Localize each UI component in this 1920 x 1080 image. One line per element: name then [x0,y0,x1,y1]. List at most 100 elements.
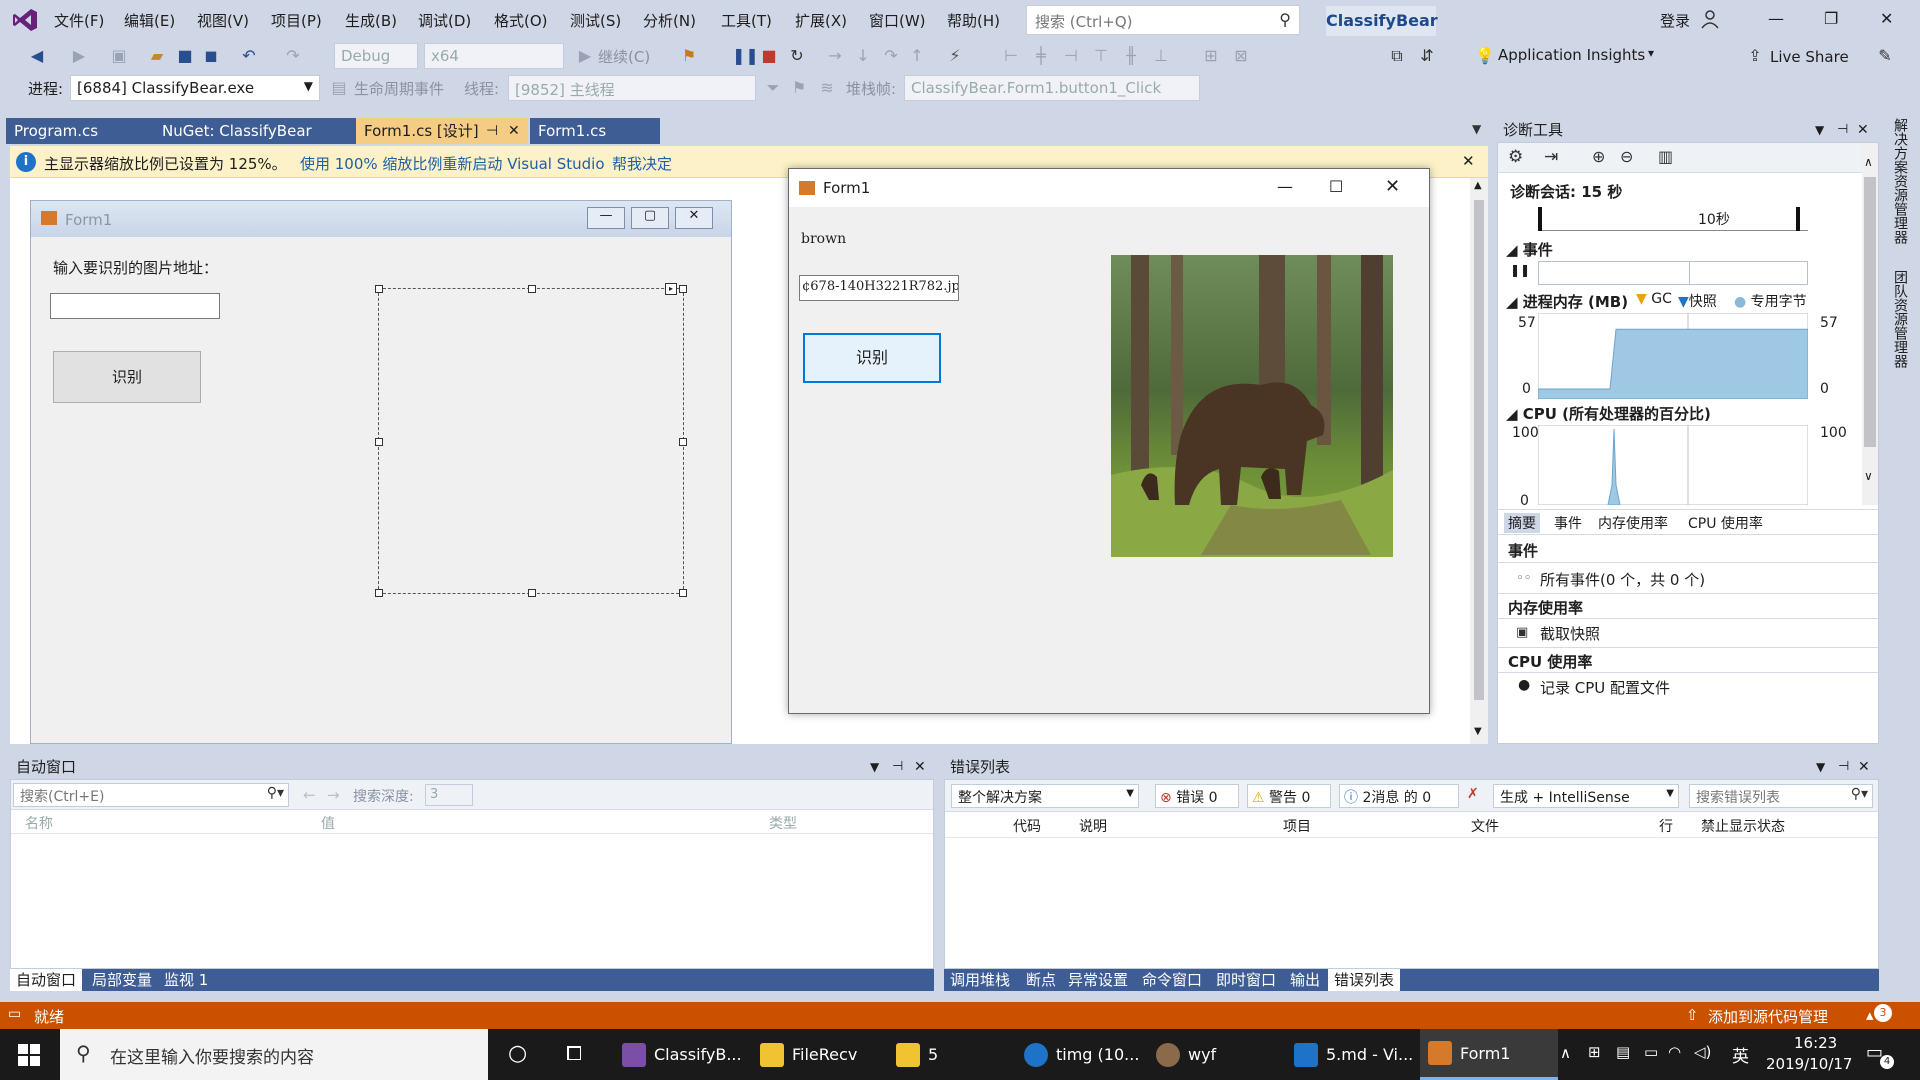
bring-to-front-icon[interactable]: ⧉ [1386,45,1408,67]
tab-autos[interactable]: 自动窗口 [10,969,83,991]
column-project[interactable]: 项目 [1283,816,1311,836]
tray-app-icon[interactable]: ⊞ [1588,1043,1601,1061]
build-source-dropdown[interactable]: 生成 + IntelliSense ▼ [1493,784,1679,808]
align-tops-icon[interactable]: ⊤ [1090,45,1112,67]
app-insights-chevron-icon[interactable]: ▾ [1648,46,1654,60]
column-file[interactable]: 文件 [1471,816,1499,836]
undo-icon[interactable]: ↶ [238,45,260,67]
menu-item-5[interactable]: 调试(D) [418,10,471,31]
autos-search-input[interactable]: 搜索(Ctrl+E) ⚲▾ [13,783,289,807]
tab-nuget-classifybear[interactable]: NuGet: ClassifyBear [154,118,360,144]
show-next-statement-icon[interactable]: → [824,45,846,67]
column-value[interactable]: 值 [321,813,335,833]
tab-form1-designer[interactable]: Form1.cs [设计] ⊣ ✕ [356,118,528,144]
align-lefts-icon[interactable]: ⊢ [1000,45,1022,67]
clock-time[interactable]: 16:23 [1794,1034,1837,1052]
collapse-icon[interactable]: ◢ [1506,293,1518,311]
smart-tag-icon[interactable]: ▸ [665,283,677,295]
events-track[interactable] [1538,261,1808,285]
browser-link-icon[interactable]: ⚑ [678,45,700,67]
tab-overflow-icon[interactable]: ▼ [1472,122,1481,136]
designer-prompt-label[interactable]: 输入要识别的图片地址： [53,257,218,278]
menu-item-10[interactable]: 扩展(X) [795,10,847,31]
diag-pin-icon[interactable]: ⊣ [1837,118,1848,142]
designer-recognize-button[interactable]: 识别 [53,351,201,403]
add-to-source-control[interactable]: 添加到源代码管理 [1708,1006,1828,1027]
memory-chart[interactable] [1538,313,1808,399]
column-name[interactable]: 名称 [25,813,53,833]
resize-handle[interactable] [375,285,383,293]
side-tab-team-explorer[interactable]: 团队资源管理器 [1888,270,1910,390]
timeline-start-marker[interactable] [1538,207,1542,231]
tab-order-icon[interactable]: ⇵ [1416,45,1438,67]
volume-icon[interactable]: ◁) [1694,1043,1711,1061]
diag-scrollbar[interactable]: ∧ ∨ [1862,143,1878,505]
back-icon[interactable]: ◀ [26,45,48,67]
diag-options-icon[interactable]: ▼ [1815,118,1824,142]
search-back-icon[interactable]: ← [303,786,316,804]
timeline-end-marker[interactable] [1796,207,1800,231]
redo-icon[interactable]: ↷ [282,45,304,67]
image-path-input[interactable]: ¢678-140H3221R782.jpg [799,275,959,301]
column-suppression-state[interactable]: 禁止显示状态 [1701,816,1785,836]
pin-icon[interactable]: ⊣ [486,118,498,144]
column-line[interactable]: 行 [1659,816,1673,836]
designer-path-textbox[interactable] [50,293,220,319]
runtime-form-window[interactable]: Form1 — ☐ ✕ brown ¢678-140H3221R782.jpg … [788,168,1430,714]
app-insights-dropdown[interactable]: Application Insights [1498,46,1645,64]
resize-handle[interactable] [375,438,383,446]
tab-watch-1[interactable]: 监视 1 [158,969,214,991]
session-timeline[interactable]: 10秒 [1538,205,1808,231]
stop-icon[interactable]: ■ [758,45,780,67]
scroll-up-icon[interactable]: ▲ [1474,180,1482,191]
resize-handle[interactable] [528,589,536,597]
scrollbar-thumb[interactable] [1474,200,1484,700]
tab-form1-cs[interactable]: Form1.cs [530,118,660,144]
collapse-icon[interactable]: ◢ [1506,405,1518,423]
windows-start-icon[interactable] [18,1044,40,1066]
restore-button[interactable]: ❐ [1824,9,1838,28]
messages-filter-button[interactable]: ⓘ 2消息 的 0 [1339,784,1459,808]
tray-chevron-icon[interactable]: ∧ [1560,1044,1571,1062]
scrollbar-thumb[interactable] [1864,177,1876,447]
battery-icon[interactable]: ▭ [1644,1043,1658,1061]
process-dropdown[interactable]: [6884] ClassifyBear.exe ▼ [70,75,320,101]
step-out-icon[interactable]: ↑ [906,45,928,67]
column-type[interactable]: 类型 [769,813,797,833]
menu-item-3[interactable]: 项目(P) [271,10,322,31]
tab-immediate-window[interactable]: 即时窗口 [1210,969,1282,991]
help-decide-link[interactable]: 帮我决定 [612,153,672,174]
stack-frame-dropdown[interactable]: ClassifyBear.Form1.button1_Click [904,75,1200,101]
autos-options-icon[interactable]: ▼ [870,755,879,779]
taskbar-app-photos[interactable]: timg (10... [1016,1029,1147,1080]
restart-100-link[interactable]: 使用 100% 缩放比例重新启动 Visual Studio [300,153,605,174]
take-snapshot-button[interactable]: 截取快照 [1540,623,1600,644]
menu-item-12[interactable]: 帮助(H) [947,10,1000,31]
infobar-close-icon[interactable]: ✕ [1462,152,1475,170]
save-all-icon[interactable]: ◼ [200,45,222,67]
make-same-size-icon[interactable]: ⊞ [1200,45,1222,67]
tab-cpu-usage[interactable]: CPU 使用率 [1688,513,1763,533]
open-file-icon[interactable]: ▰ [146,45,168,67]
resize-handle[interactable] [528,285,536,293]
tab-events[interactable]: 事件 [1554,513,1582,533]
notifications-badge[interactable]: 3 [1874,1004,1892,1022]
gear-icon[interactable]: ⚙ [1508,147,1523,167]
wifi-icon[interactable]: ◠ [1668,1043,1681,1061]
config-dropdown[interactable]: Debug [334,43,418,69]
chevron-up-icon[interactable]: ▴ [1866,1006,1874,1024]
tab-close-icon[interactable]: ✕ [508,118,520,144]
autos-close-icon[interactable]: ✕ [914,755,926,779]
menu-item-7[interactable]: 测试(S) [570,10,621,31]
runtime-minimize-button[interactable]: — [1277,177,1293,196]
errors-filter-button[interactable]: ⊗ 错误 0 [1155,784,1239,808]
taskbar-app-form1[interactable]: Form1 [1420,1029,1558,1080]
tab-summary[interactable]: 摘要 [1504,513,1540,533]
task-view-icon[interactable]: ⧠ [566,1041,582,1065]
tab-command-window[interactable]: 命令窗口 [1136,969,1208,991]
continue-icon[interactable]: ▶ [574,45,596,67]
continue-button[interactable]: 继续(C) [598,46,650,67]
search-forward-icon[interactable]: → [327,786,340,804]
errors-close-icon[interactable]: ✕ [1858,755,1870,779]
errors-pin-icon[interactable]: ⊣ [1838,755,1849,779]
